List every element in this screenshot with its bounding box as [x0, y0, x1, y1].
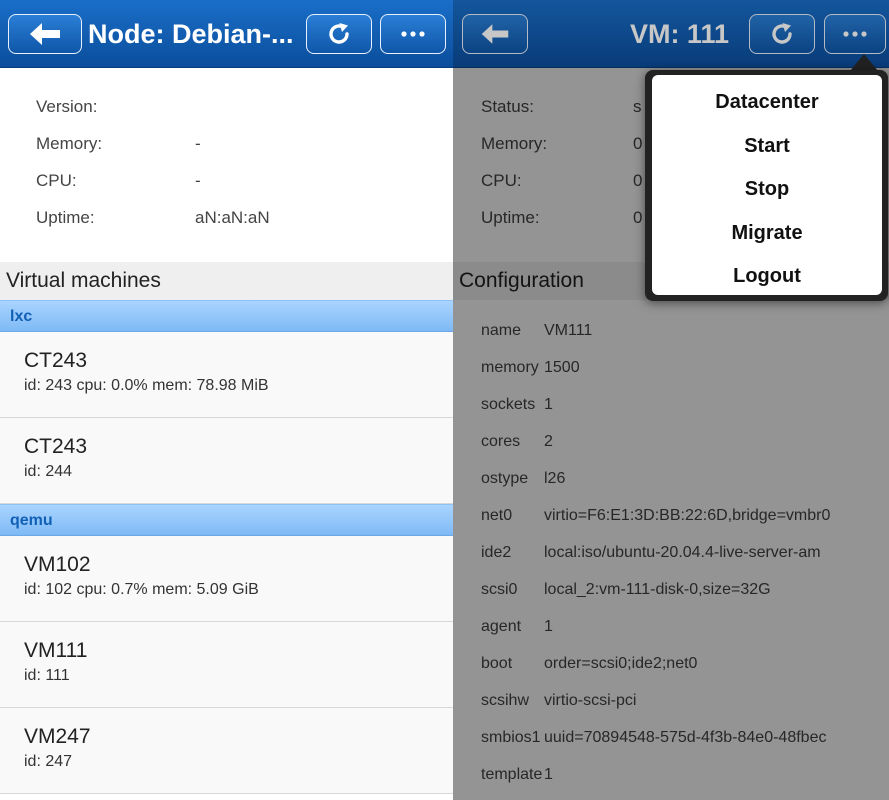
arrow-left-icon: [30, 23, 60, 45]
vm-name: CT243: [24, 435, 88, 458]
more-button[interactable]: [380, 14, 446, 54]
menu-item-datacenter[interactable]: Datacenter: [652, 81, 882, 125]
status-row: Version:: [0, 88, 453, 125]
vm-name: VM247: [24, 725, 91, 748]
menu-item-start[interactable]: Start: [652, 125, 882, 169]
status-row: CPU: -: [0, 162, 453, 199]
vm-name: VM111: [24, 639, 88, 662]
node-pane: Node: Debian-... Version: Memory: - CPU: -…: [0, 0, 453, 800]
list-item[interactable]: CT243 id: 244: [0, 418, 453, 504]
status-label: Memory:: [36, 133, 103, 153]
list-item[interactable]: VM247 id: 247: [0, 708, 453, 794]
node-toolbar: Node: Debian-...: [0, 0, 453, 68]
vm-info: id: 247: [24, 753, 73, 770]
status-row: Uptime: aN:aN:aN: [0, 199, 453, 236]
menu-item-migrate[interactable]: Migrate: [652, 212, 882, 256]
group-header-qemu: qemu: [0, 504, 453, 536]
menu-item-stop[interactable]: Stop: [652, 168, 882, 212]
vm-name: VM102: [24, 553, 91, 576]
status-label: CPU:: [36, 170, 77, 190]
group-header-lxc: lxc: [0, 300, 453, 332]
status-label: Uptime:: [36, 207, 95, 227]
status-row: Memory: -: [0, 125, 453, 162]
page-title: Node: Debian-...: [88, 19, 294, 49]
refresh-button[interactable]: [306, 14, 372, 54]
section-title: Virtual machines: [0, 262, 453, 300]
toolbar-dim-overlay: [453, 0, 889, 68]
vm-toolbar: VM: 111: [453, 0, 889, 68]
status-value: -: [195, 133, 201, 153]
back-button[interactable]: [8, 14, 82, 54]
vm-info: id: 243 cpu: 0.0% mem: 78.98 MiB: [24, 377, 269, 394]
menu-item-logout[interactable]: Logout: [652, 255, 882, 299]
list-item[interactable]: VM102 id: 102 cpu: 0.7% mem: 5.09 GiB: [0, 536, 453, 622]
status-value: -: [195, 170, 201, 190]
status-value: aN:aN:aN: [195, 207, 270, 227]
ellipsis-icon: [401, 31, 425, 37]
list-item[interactable]: VM111 id: 111: [0, 622, 453, 708]
vm-info: id: 244: [24, 463, 73, 480]
popup-arrow: [850, 54, 878, 71]
list-item[interactable]: CT243 id: 243 cpu: 0.0% mem: 78.98 MiB: [0, 332, 453, 418]
vm-info: id: 111: [24, 667, 70, 684]
vm-info: id: 102 cpu: 0.7% mem: 5.09 GiB: [24, 581, 259, 598]
vm-name: CT243: [24, 349, 88, 372]
status-label: Version:: [36, 96, 98, 116]
refresh-icon: [329, 23, 349, 44]
actions-menu: Datacenter Start Stop Migrate Logout: [645, 70, 888, 301]
node-status: Version: Memory: - CPU: - Uptime: aN:aN:aN: [0, 68, 453, 262]
actions-menu-list: Datacenter Start Stop Migrate Logout: [652, 75, 882, 295]
